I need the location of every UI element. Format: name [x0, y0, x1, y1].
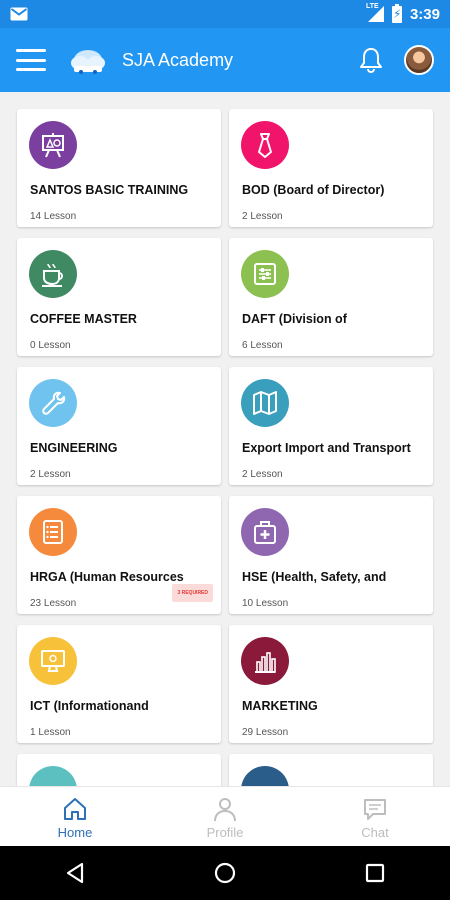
app-bar: SJA Academy — [0, 28, 450, 92]
course-card[interactable]: Export Import and Transport 2 Lesson — [229, 367, 433, 485]
hamburger-menu-icon[interactable] — [16, 49, 46, 71]
course-icon-circle — [29, 637, 77, 685]
course-title: HRGA (Human Resources — [30, 570, 184, 584]
presentation-icon — [42, 133, 64, 158]
course-icon-circle — [241, 508, 289, 556]
course-card[interactable] — [17, 754, 221, 786]
cloud-logo-icon — [71, 50, 105, 74]
course-card[interactable]: DAFT (Division of 6 Lesson — [229, 238, 433, 356]
bottom-navigation: Home Profile Chat — [0, 786, 450, 846]
bar-chart-icon — [255, 652, 276, 673]
course-lesson-count: 0 Lesson — [30, 340, 71, 351]
nav-chat-label: Chat — [361, 825, 389, 840]
course-title: COFFEE MASTER — [30, 312, 137, 326]
wrench-icon — [42, 391, 66, 415]
course-icon-circle — [29, 379, 77, 427]
course-card[interactable] — [229, 754, 433, 786]
course-lesson-count: 23 Lesson — [30, 598, 77, 609]
nav-chat[interactable]: Chat — [300, 787, 450, 846]
course-icon-circle — [29, 121, 77, 169]
course-lesson-count: 10 Lesson — [242, 598, 289, 609]
course-icon-circle — [241, 121, 289, 169]
list-document-icon — [43, 520, 63, 544]
profile-icon — [214, 798, 236, 822]
course-title: MARKETING — [242, 699, 318, 713]
back-icon[interactable] — [63, 861, 87, 885]
course-card[interactable]: COFFEE MASTER 0 Lesson — [17, 238, 221, 356]
computer-monitor-icon — [41, 650, 65, 672]
course-lesson-count: 29 Lesson — [242, 727, 289, 738]
course-icon-circle — [241, 250, 289, 298]
course-title: BOD (Board of Director) — [242, 183, 385, 197]
course-title: SANTOS BASIC TRAINING — [30, 183, 189, 197]
course-card[interactable]: HSE (Health, Safety, and 10 Lesson — [229, 496, 433, 614]
course-lesson-count: 6 Lesson — [242, 340, 283, 351]
status-bar: LTE ⚡ 3:39 — [0, 0, 450, 28]
status-time: 3:39 — [409, 5, 440, 23]
course-title: DAFT (Division of — [242, 312, 347, 326]
cellular-signal-icon: LTE — [365, 3, 384, 22]
course-card[interactable]: ENGINEERING 2 Lesson — [17, 367, 221, 485]
course-title: Export Import and Transport — [242, 441, 411, 455]
chat-icon — [364, 799, 386, 820]
course-icon-circle — [29, 766, 77, 786]
course-grid: SANTOS BASIC TRAINING 14 Lesson BOD (Board… — [0, 92, 450, 786]
course-lesson-count: 1 Lesson — [30, 727, 71, 738]
system-navigation-bar — [0, 846, 450, 900]
course-lesson-count: 2 Lesson — [242, 211, 283, 222]
required-badge: 3 REQUIRED — [172, 584, 213, 602]
nav-profile[interactable]: Profile — [150, 787, 300, 846]
coffee-cup-icon — [42, 263, 63, 287]
course-card[interactable]: SANTOS BASIC TRAINING 14 Lesson — [17, 109, 221, 227]
nav-home-label: Home — [57, 825, 93, 840]
course-card[interactable]: HRGA (Human Resources 23 Lesson 3 REQUIRED — [17, 496, 221, 614]
course-icon-circle — [29, 508, 77, 556]
first-aid-kit-icon — [254, 521, 276, 544]
course-title: HSE (Health, Safety, and — [242, 570, 387, 584]
course-icon-circle — [241, 766, 289, 786]
course-title: ICT (Informationand — [30, 699, 149, 713]
mail-notification-icon — [10, 7, 28, 21]
course-icon-circle — [29, 250, 77, 298]
nav-home[interactable]: Home — [0, 787, 150, 846]
course-title: ENGINEERING — [30, 441, 118, 455]
user-avatar[interactable] — [404, 45, 434, 75]
course-card[interactable]: BOD (Board of Director) 2 Lesson — [229, 109, 433, 227]
nav-profile-label: Profile — [206, 825, 244, 840]
course-card[interactable]: ICT (Informationand 1 Lesson — [17, 625, 221, 743]
network-type-label: LTE — [365, 3, 379, 10]
course-lesson-count: 14 Lesson — [30, 211, 77, 222]
notification-bell-icon[interactable] — [356, 45, 386, 75]
course-lesson-count: 2 Lesson — [30, 469, 71, 480]
map-icon — [253, 391, 277, 415]
home-circle-icon[interactable] — [213, 861, 237, 885]
course-lesson-count: 2 Lesson — [242, 469, 283, 480]
home-icon — [64, 798, 86, 820]
necktie-icon — [258, 133, 272, 158]
course-icon-circle — [241, 379, 289, 427]
settings-sliders-icon — [254, 263, 276, 285]
course-icon-circle — [241, 637, 289, 685]
battery-charging-icon: ⚡ — [391, 3, 402, 23]
app-title: SJA Academy — [122, 49, 234, 70]
course-card[interactable]: MARKETING 29 Lesson — [229, 625, 433, 743]
recent-apps-icon[interactable] — [363, 861, 387, 885]
